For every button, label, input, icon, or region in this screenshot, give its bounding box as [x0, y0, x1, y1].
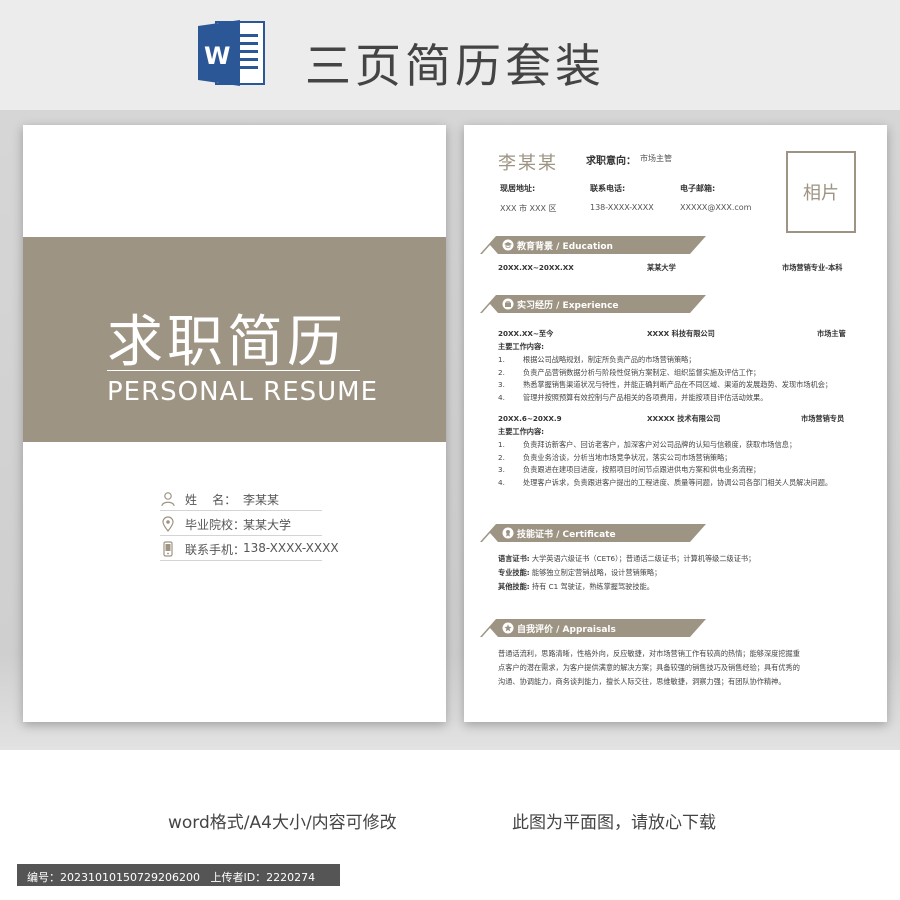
list-number: 1. [498, 355, 505, 364]
intent-value: 市场主管 [640, 154, 672, 163]
job-duties-list: 1. 负责拜访新客户、回访老客户，加深客户对公司品牌的认知与信赖度，获取市场信息；… [498, 440, 868, 490]
contact-label-address: 现居地址: [500, 184, 536, 193]
job-company: XXXXX 技术有限公司 [647, 414, 721, 423]
section-experience-title: 实习经历 / Experience [517, 301, 619, 311]
list-item: 1. 根据公司战略规划，制定所负责产品的市场营销策略； [498, 355, 868, 368]
star-icon [502, 622, 514, 634]
skill-line: 专业技能: 能够独立制定营销战略，设计营销策略； [498, 569, 661, 576]
section-skills-title: 技能证书 / Certificate [517, 530, 616, 540]
cover-title: 求职简历 [107, 310, 347, 375]
education-major: 市场营销专业-本科 [782, 263, 843, 272]
appraisal-line: 普通话流利，思路清晰，性格外向，反应敏捷，对市场营销工作有较高的热情；能够深度挖… [498, 649, 800, 658]
list-item: 4. 管理并按照预算有效控制与产品相关的各项费用，并能按项目评估活动效果。 [498, 393, 868, 406]
job-company: XXXX 科技有限公司 [647, 329, 715, 338]
photo-label: 相片 [803, 183, 839, 204]
skill-value: 持有 C1 驾驶证，熟练掌握驾驶技能。 [531, 582, 654, 591]
intent-label: 求职意向： [586, 156, 636, 167]
appraisal-line: 沟通、协调能力，商务谈判能力，擅长人际交往，思维敏捷，洞察力强；有团队协作精神。 [498, 677, 786, 686]
contact-value-address: XXX 市 XXX 区 [500, 204, 557, 213]
list-number: 1. [498, 440, 505, 449]
list-text: 管理并按照预算有效控制与产品相关的各项费用，并能按项目评估活动效果。 [523, 392, 768, 402]
list-number: 4. [498, 477, 505, 487]
list-text: 处理客户诉求，负责跟进客户提出的工程进度、质量等问题，协调公司各部门相关人员解决… [523, 477, 833, 487]
list-number: 4. [498, 392, 505, 402]
list-item: 3. 熟悉掌握销售渠道状况与特性，并能正确判断产品在不同区域、渠道的发展趋势、发现… [498, 380, 868, 393]
word-icon: W [196, 18, 268, 88]
job-duties-list: 1. 根据公司战略规划，制定所负责产品的市场营销策略； 2. 负责产品营销数据分析与… [498, 355, 868, 405]
cover-info-phone: 联系手机： 138-XXXX-XXXX [160, 537, 339, 561]
skill-label: 语言证书: [498, 554, 530, 563]
list-text: 负责拜访新客户、回访老客户，加深客户对公司品牌的认知与信赖度，获取市场信息； [523, 440, 797, 449]
section-education-title: 教育背景 / Education [517, 242, 613, 252]
photo-placeholder: 相片 [786, 151, 856, 233]
cover-info-label: 姓 名： [185, 493, 237, 507]
section-appraisal-header: 自我评价 / Appraisals [480, 619, 706, 637]
skill-label: 其他技能: [498, 582, 530, 591]
list-text: 负责跟进在建项目进度，按照项目时间节点跟进供电方案和供电业务流程； [523, 465, 761, 474]
location-icon [160, 516, 176, 532]
list-text: 负责业务洽谈，分析当地市场竞争状况，落实公司市场营销策略； [523, 452, 732, 462]
graduation-cap-icon [502, 239, 514, 251]
cover-info-label: 毕业院校： [185, 518, 246, 532]
list-number: 3. [498, 380, 505, 389]
list-number: 2. [498, 452, 505, 462]
page-title: 三页简历套装 [305, 39, 605, 93]
phone-icon [160, 541, 176, 557]
skill-line: 其他技能: 持有 C1 驾驶证，熟练掌握驾驶技能。 [498, 583, 654, 590]
list-item: 2. 负责产品营销数据分析与阶段性促销方案制定、组织监督实施及评估工作； [498, 368, 868, 381]
format-note: word格式/A4大小/内容可修改 [168, 813, 397, 833]
appraisal-line: 点客户的潜在需求，为客户提供满意的解决方案；具备较强的销售技巧及销售经验；具有优… [498, 663, 800, 672]
contact-value-phone: 138-XXXX-XXXX [590, 203, 654, 212]
list-text: 熟悉掌握销售渠道状况与特性，并能正确判断产品在不同区域、渠道的发展趋势、发现市场… [523, 380, 833, 389]
list-text: 负责产品营销数据分析与阶段性促销方案制定、组织监督实施及评估工作； [523, 367, 761, 377]
cover-divider [107, 370, 360, 371]
cover-info-school: 毕业院校： 某某大学 [160, 512, 322, 536]
job-content-label: 主要工作内容: [498, 427, 544, 436]
section-experience-header: 实习经历 / Experience [480, 295, 706, 313]
skill-value: 能够独立制定营销战略，设计营销策略； [531, 568, 662, 577]
resume-page: 李某某 求职意向： 市场主管 现居地址: XXX 市 XXX 区 联系电话: 1… [464, 125, 887, 722]
banner-header: W 三页简历套装 [0, 0, 900, 110]
cover-info-value: 李某某 [243, 493, 280, 507]
contact-label-phone: 联系电话: [590, 184, 626, 193]
appraisal-text: 普通话流利，思路清晰，性格外向，反应敏捷，对市场营销工作有较高的热情；能够深度挖… [498, 647, 858, 689]
list-item: 3. 负责跟进在建项目进度，按照项目时间节点跟进供电方案和供电业务流程； [498, 465, 868, 478]
id-bar: 编号：20231010150729206200 上传者ID：2220274 [17, 864, 340, 886]
job-content-label: 主要工作内容: [498, 342, 544, 351]
download-note: 此图为平面图，请放心下载 [512, 813, 716, 833]
list-number: 2. [498, 367, 505, 377]
education-period: 20XX.XX~20XX.XX [498, 263, 574, 272]
skill-value: 大学英语六级证书（CET6）；普通话二级证书；计算机等级二级证书； [531, 554, 756, 563]
svg-text:W: W [204, 42, 230, 70]
list-item: 4. 处理客户诉求，负责跟进客户提出的工程进度、质量等问题，协调公司各部门相关人员… [498, 478, 868, 491]
section-education-header: 教育背景 / Education [480, 236, 706, 254]
list-text: 根据公司战略规划，制定所负责产品的市场营销策略； [523, 355, 696, 364]
list-item: 1. 负责拜访新客户、回访老客户，加深客户对公司品牌的认知与信赖度，获取市场信息； [498, 440, 868, 453]
contact-value-email: XXXXX@XXX.com [680, 203, 752, 212]
education-school: 某某大学 [647, 263, 676, 272]
skill-line: 语言证书: 大学英语六级证书（CET6）；普通话二级证书；计算机等级二级证书； [498, 555, 755, 562]
cover-subtitle: PERSONAL RESUME [107, 377, 379, 407]
certificate-icon [502, 527, 514, 539]
job-period: 20XX.6~20XX.9 [498, 414, 562, 423]
briefcase-icon [502, 298, 514, 310]
job-period: 20XX.XX~至今 [498, 329, 554, 338]
job-role: 市场主管 [817, 329, 846, 338]
cover-info-value: 138-XXXX-XXXX [243, 541, 339, 555]
list-number: 3. [498, 465, 505, 474]
cover-info-value: 某某大学 [243, 518, 292, 532]
resume-name: 李某某 [498, 153, 558, 174]
section-skills-header: 技能证书 / Certificate [480, 524, 706, 542]
job-role: 市场营销专员 [801, 414, 845, 423]
cover-page: 求职简历 PERSONAL RESUME 姓 名： 李某某 毕业院校： 某某大学… [23, 125, 446, 722]
cover-info-name: 姓 名： 李某某 [160, 487, 322, 511]
list-item: 2. 负责业务洽谈，分析当地市场竞争状况，落实公司市场营销策略； [498, 453, 868, 466]
section-appraisal-title: 自我评价 / Appraisals [517, 625, 616, 635]
cover-info-label: 联系手机： [185, 543, 246, 557]
person-icon [160, 491, 176, 507]
cover-title-band: 求职简历 PERSONAL RESUME [23, 237, 446, 442]
skill-label: 专业技能: [498, 568, 530, 577]
contact-label-email: 电子邮箱: [680, 184, 716, 193]
